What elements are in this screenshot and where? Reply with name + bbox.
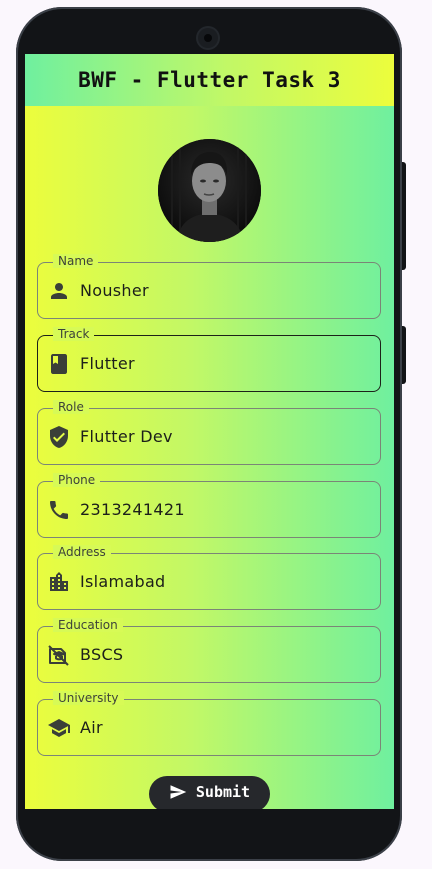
name-field[interactable]: Name Nousher — [37, 254, 381, 319]
address-field-value: Islamabad — [80, 572, 166, 591]
city-icon — [50, 571, 68, 591]
app-screen: BWF - Flutter Task 3 Name Nousher Track … — [25, 54, 394, 809]
submit-button-label: Submit — [195, 783, 251, 801]
education-field-label: Education — [53, 618, 123, 632]
phone-icon — [50, 500, 68, 519]
volume-button — [402, 162, 406, 270]
track-field[interactable]: Track Flutter — [37, 327, 381, 392]
power-button — [402, 326, 406, 384]
name-field-label: Name — [53, 254, 99, 268]
university-field-label: University — [53, 691, 124, 705]
address-field[interactable]: Address Islamabad — [37, 545, 381, 610]
app-bar: BWF - Flutter Task 3 — [25, 54, 394, 106]
avatar-photo — [158, 139, 261, 242]
education-field-value: BSCS — [80, 645, 124, 664]
person-icon — [51, 282, 67, 299]
app-title: BWF - Flutter Task 3 — [78, 68, 341, 92]
role-field[interactable]: Role Flutter Dev — [37, 400, 381, 465]
school-cap-icon — [48, 718, 70, 737]
track-field-value: Flutter — [80, 354, 135, 373]
profile-avatar — [158, 139, 261, 242]
send-icon — [170, 785, 187, 799]
submit-button[interactable]: Submit — [149, 776, 270, 809]
track-field-label: Track — [53, 327, 95, 341]
university-field-value: Air — [80, 718, 103, 737]
role-field-value: Flutter Dev — [80, 427, 173, 446]
book-icon — [51, 353, 67, 374]
phone-field[interactable]: Phone 2313241421 — [37, 473, 381, 538]
verified-shield-icon — [50, 425, 68, 448]
role-field-label: Role — [53, 400, 89, 414]
education-field[interactable]: Education BSCS — [37, 618, 381, 683]
phone-field-value: 2313241421 — [80, 500, 185, 519]
address-field-label: Address — [53, 545, 111, 559]
education-icon — [48, 644, 69, 666]
phone-field-label: Phone — [53, 473, 101, 487]
name-field-value: Nousher — [80, 281, 149, 300]
front-camera — [198, 28, 218, 48]
university-field[interactable]: University Air — [37, 691, 381, 756]
